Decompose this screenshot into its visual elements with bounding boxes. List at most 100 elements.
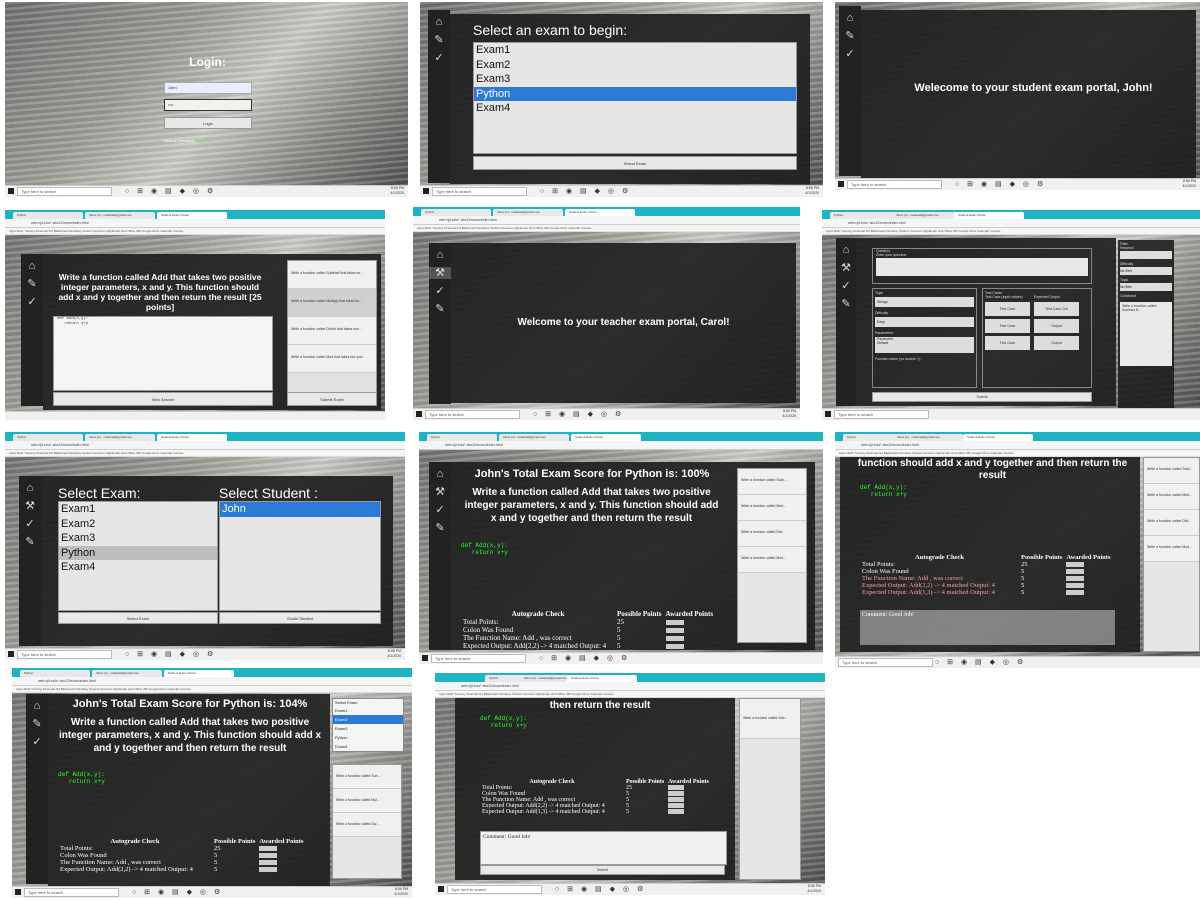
awarded-points-input[interactable] <box>665 627 684 633</box>
home-icon[interactable]: ⌂ <box>19 482 41 494</box>
question-card[interactable]: Write a function called Sub... <box>740 699 800 739</box>
browser-tab-active[interactable]: Student Exam Portal <box>954 212 1024 219</box>
browser-tab-active[interactable]: Student Exam Portal <box>565 209 635 216</box>
keyword-input[interactable] <box>1120 251 1172 259</box>
pencil-icon[interactable]: ✎ <box>26 718 48 730</box>
home-icon[interactable]: ⌂ <box>21 260 43 272</box>
browser-tab[interactable]: Python <box>13 434 83 441</box>
taskbar-app-icons[interactable]: ○ ⊞ ◉ ▤ ◆ ◎ ⚙ <box>935 658 1026 667</box>
address-bar[interactable]: web.njit.edu/~abc12/exam/index.html <box>5 219 385 228</box>
awarded-points-input[interactable] <box>1066 562 1085 568</box>
password-input[interactable]: •••• <box>164 99 252 111</box>
testcase-input[interactable]: Test Case <box>985 302 1030 316</box>
tools-icon[interactable]: ⚒ <box>429 486 451 498</box>
windows-start-icon[interactable] <box>15 889 21 895</box>
browser-tab[interactable]: Python <box>421 209 491 216</box>
question-card[interactable]: Write a function called Mult... <box>738 495 806 521</box>
expected-output-input[interactable]: Output <box>1034 336 1079 350</box>
question-card[interactable]: Write a function called Subt... <box>738 469 806 495</box>
windows-start-icon[interactable] <box>416 411 422 417</box>
tools-icon[interactable]: ⚒ <box>429 267 451 279</box>
check-icon[interactable]: ✓ <box>21 296 43 308</box>
browser-tab-active[interactable]: Student Exam Portal <box>963 434 1033 441</box>
expected-output-input[interactable]: Output <box>1034 319 1079 333</box>
awarded-points-input[interactable] <box>1066 583 1085 589</box>
address-bar[interactable]: web.njit.edu/~abc12/exam/index.html <box>419 441 823 450</box>
taskbar-app-icons[interactable]: ○ ⊞ ◉ ▤ ◆ ◎ ⚙ <box>533 410 624 419</box>
browser-tab[interactable]: Inbox (1) - redacted@gmail.com <box>893 434 963 441</box>
awarded-points-input[interactable] <box>259 867 278 873</box>
pencil-icon[interactable]: ✎ <box>839 30 861 42</box>
home-icon[interactable]: ⌂ <box>428 16 450 28</box>
home-icon[interactable]: ⌂ <box>836 244 856 256</box>
select-exam-button[interactable]: Select Exam <box>58 612 218 624</box>
submit-grade-button[interactable]: Submit <box>480 865 725 875</box>
windows-start-icon[interactable] <box>423 188 429 194</box>
login-button[interactable]: Login <box>164 117 252 129</box>
browser-tab[interactable]: Inbox (1) - redacted@gmail.com <box>493 209 563 216</box>
difficulty-filter-select[interactable]: No filter <box>1120 267 1172 275</box>
browser-tab[interactable]: Inbox (1) - redacted@gmail.com <box>892 212 962 219</box>
taskbar-search-input[interactable]: Type here to search <box>431 654 526 663</box>
home-icon[interactable]: ⌂ <box>839 12 861 24</box>
pencil-icon[interactable]: ✎ <box>836 298 856 310</box>
exam-list-item[interactable]: Exam1 <box>474 43 796 58</box>
address-bar[interactable]: web.njit.edu/~abc12/exam/index.html <box>5 441 405 450</box>
exam-list-item[interactable]: Exam3 <box>474 72 796 87</box>
exam-list-item-selected[interactable]: Python <box>474 86 796 101</box>
home-icon[interactable]: ⌂ <box>429 468 451 480</box>
pencil-icon[interactable]: ✎ <box>429 303 451 315</box>
question-card[interactable]: Write a function called Divi... <box>738 521 806 547</box>
awarded-points-input[interactable] <box>1066 569 1085 575</box>
home-icon[interactable]: ⌂ <box>26 700 48 712</box>
exam-list-item[interactable]: Exam4 <box>59 560 217 575</box>
pencil-icon[interactable]: ✎ <box>19 536 41 548</box>
grade-student-button[interactable]: Grade Student <box>219 612 381 624</box>
taskbar-app-icons[interactable]: ○ ⊞ ◉ ▤ ◆ ◎ ⚙ <box>132 888 223 897</box>
question-card[interactable]: Write a function called Divi... <box>1144 510 1199 536</box>
topic-filter-select[interactable]: No filter <box>1120 283 1172 291</box>
taskbar-search-input[interactable]: Type here to search <box>17 187 112 196</box>
taskbar-search-input[interactable]: Type here to search <box>17 650 112 659</box>
address-bar[interactable]: web.njit.edu/~abc12/exam/index.html <box>12 677 412 686</box>
browser-tab-active[interactable]: Student Exam Portal <box>567 675 637 682</box>
dropdown-option[interactable]: Python <box>333 733 403 742</box>
home-icon[interactable]: ⌂ <box>429 249 451 261</box>
taskbar-search-input[interactable]: Type here to search <box>834 410 929 419</box>
awarded-points-input[interactable] <box>665 619 684 625</box>
tools-icon[interactable]: ⚒ <box>836 262 856 274</box>
awarded-points-input[interactable] <box>665 635 684 641</box>
awarded-points-input[interactable] <box>1066 590 1085 596</box>
pencil-icon[interactable]: ✎ <box>21 278 43 290</box>
browser-tab[interactable]: Python <box>13 212 83 219</box>
difficulty-select[interactable]: Easy <box>875 317 974 327</box>
answer-textarea[interactable]: def Add(x,y): return x+y <box>53 316 273 391</box>
pencil-icon[interactable]: ✎ <box>428 34 450 46</box>
browser-tab[interactable]: Python <box>20 670 90 677</box>
awarded-points-input[interactable] <box>259 853 278 859</box>
taskbar-app-icons[interactable]: ○ ⊞ ◉ ▤ ◆ ◎ ⚙ <box>540 187 631 196</box>
browser-tab[interactable]: Inbox (1) - redacted@gmail.com <box>499 434 569 441</box>
dropdown-option[interactable]: Exam3 <box>333 724 403 733</box>
windows-start-icon[interactable] <box>422 655 428 661</box>
taskbar-search-input[interactable]: Type here to search <box>447 885 542 894</box>
browser-tab[interactable]: Inbox (1) - redacted@gmail.com <box>85 434 155 441</box>
question-card[interactable]: Write a function called Sub... <box>333 765 401 789</box>
exam-list-item[interactable]: Exam2 <box>59 517 217 532</box>
question-preview-card[interactable]: Write a function called Subtract B... <box>1120 302 1172 366</box>
browser-tab[interactable]: Python <box>427 434 497 441</box>
awarded-points-input[interactable] <box>668 803 685 809</box>
windows-start-icon[interactable] <box>438 886 444 892</box>
check-icon[interactable]: ✓ <box>429 504 451 516</box>
taskbar-app-icons[interactable]: ○ ⊞ ◉ ▤ ◆ ◎ ⚙ <box>955 180 1046 189</box>
dropdown-option[interactable]: Exam1 <box>333 706 403 715</box>
exam-list-item[interactable]: Exam3 <box>59 531 217 546</box>
address-bar[interactable]: web.njit.edu/~abc12/exam/index.html <box>413 216 800 225</box>
browser-tab-active[interactable]: Student Exam Portal <box>571 434 641 441</box>
browser-tab-active[interactable]: Student Exam Portal <box>157 434 227 441</box>
exam-list[interactable]: Exam1 Exam2 Exam3 Python Exam4 <box>58 501 218 611</box>
awarded-points-input[interactable] <box>668 809 685 815</box>
question-card[interactable]: Write a function called Mul... <box>333 789 401 813</box>
question-card[interactable]: Write a function called Div... <box>333 813 401 837</box>
question-card[interactable]: Write a function called Subt... <box>1144 458 1199 484</box>
